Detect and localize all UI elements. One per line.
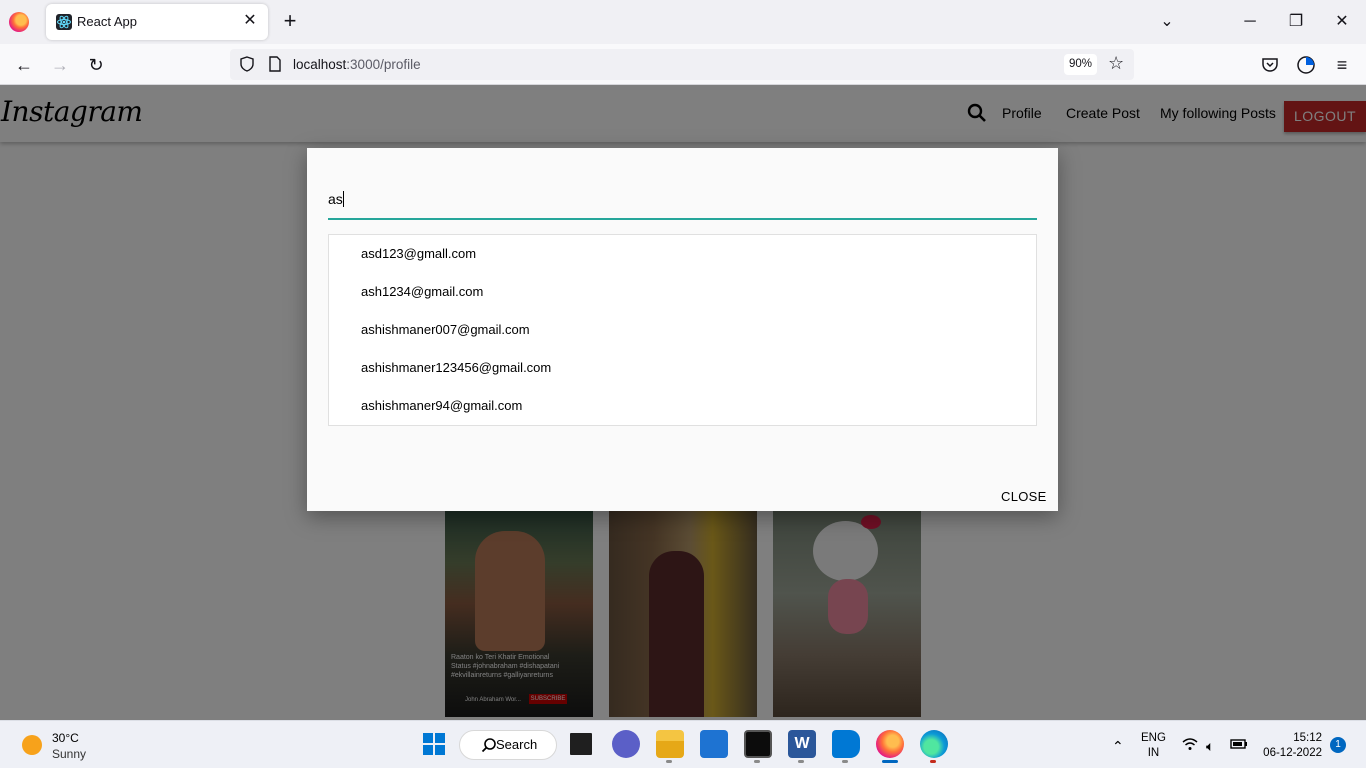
- search-results-list: asd123@gmall.com ash1234@gmail.com ashis…: [328, 234, 1037, 426]
- windows-start-icon[interactable]: [420, 730, 448, 758]
- tab-react-app[interactable]: React App ✕: [46, 4, 268, 40]
- running-indicator: [842, 760, 848, 763]
- list-all-tabs-icon[interactable]: ⌄: [1157, 12, 1177, 32]
- bookmark-star-icon[interactable]: ☆: [1108, 53, 1124, 74]
- system-clock[interactable]: 15:12 06-12-2022: [1262, 731, 1322, 761]
- firefox-icon[interactable]: [876, 730, 904, 758]
- edge-icon[interactable]: [920, 730, 948, 758]
- terminal-icon[interactable]: [744, 730, 772, 758]
- zoom-level-badge[interactable]: 90%: [1064, 54, 1098, 75]
- search-icon: [481, 738, 496, 753]
- pocket-icon[interactable]: [1259, 54, 1281, 76]
- file-explorer-icon[interactable]: [656, 730, 684, 758]
- search-result-item[interactable]: asd123@gmall.com: [343, 235, 1023, 273]
- firefox-menu-icon[interactable]: [9, 12, 29, 32]
- new-tab-button[interactable]: +: [279, 10, 301, 32]
- text-cursor: [342, 191, 344, 207]
- reload-icon[interactable]: ↻: [85, 54, 107, 76]
- teams-chat-icon[interactable]: [612, 730, 640, 758]
- search-result-item[interactable]: ashishmaner94@gmail.com: [343, 387, 1023, 425]
- hamburger-menu-icon[interactable]: ≡: [1331, 54, 1353, 76]
- search-result-item[interactable]: ash1234@gmail.com: [343, 273, 1023, 311]
- page-info-icon[interactable]: [266, 55, 284, 73]
- close-button[interactable]: CLOSE: [1001, 489, 1047, 504]
- back-icon[interactable]: ←: [13, 54, 35, 76]
- weather-temperature[interactable]: 30°C: [52, 731, 79, 745]
- tracking-shield-icon[interactable]: [238, 55, 256, 73]
- tab-title: React App: [77, 14, 137, 29]
- volume-icon[interactable]: 🔈︎: [1206, 738, 1214, 755]
- close-window-icon[interactable]: ✕: [1332, 12, 1352, 32]
- react-favicon-icon: [56, 14, 72, 30]
- minimize-icon[interactable]: ─: [1240, 12, 1260, 32]
- notification-badge[interactable]: 1: [1330, 737, 1346, 753]
- active-app-indicator: [882, 760, 898, 763]
- task-view-icon[interactable]: [567, 730, 595, 758]
- running-indicator: [930, 760, 936, 763]
- running-indicator: [754, 760, 760, 763]
- taskbar-search[interactable]: Search: [459, 730, 557, 760]
- running-indicator: [798, 760, 804, 763]
- url-bar[interactable]: localhost:3000/profile 90% ☆: [230, 49, 1134, 80]
- wifi-icon[interactable]: [1182, 737, 1198, 751]
- search-user-modal: as asd123@gmall.com ash1234@gmail.com as…: [307, 148, 1058, 511]
- vscode-icon[interactable]: [832, 730, 860, 758]
- browser-toolbar: ← → ↻ localhost:3000/profile 90% ☆ ≡: [0, 44, 1366, 85]
- url-text[interactable]: localhost:3000/profile: [293, 57, 421, 72]
- battery-icon[interactable]: [1230, 738, 1248, 750]
- search-users-input[interactable]: as: [328, 184, 1037, 220]
- search-result-item[interactable]: ashishmaner123456@gmail.com: [343, 349, 1023, 387]
- running-indicator: [666, 760, 672, 763]
- microsoft-store-icon[interactable]: [700, 730, 728, 758]
- weather-condition[interactable]: Sunny: [52, 747, 86, 761]
- restore-icon[interactable]: ❐: [1286, 12, 1306, 32]
- tab-close-icon[interactable]: ✕: [241, 12, 259, 30]
- tab-bar: React App ✕ + ⌄ ─ ❐ ✕: [0, 0, 1366, 44]
- forward-icon[interactable]: →: [49, 54, 71, 76]
- language-indicator[interactable]: ENG IN: [1141, 731, 1166, 761]
- sun-icon[interactable]: [22, 735, 42, 755]
- windows-taskbar: 30°C Sunny Search W ⌃ ENG IN 🔈︎ 15:12 06-1…: [0, 720, 1366, 768]
- account-icon[interactable]: [1295, 54, 1317, 76]
- search-result-item[interactable]: ashishmaner007@gmail.com: [343, 311, 1023, 349]
- word-icon[interactable]: W: [788, 730, 816, 758]
- chevron-up-icon[interactable]: ⌃: [1112, 738, 1124, 755]
